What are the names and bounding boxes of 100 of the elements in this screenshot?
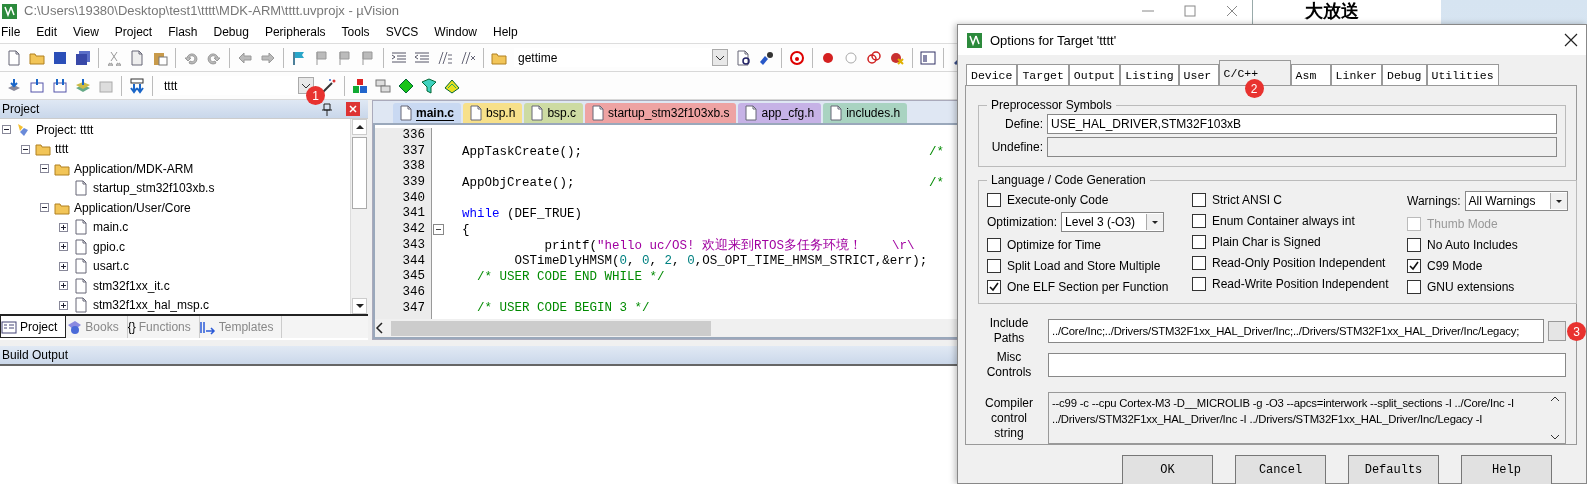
misc-controls-field[interactable]: [1048, 353, 1566, 377]
checkbox[interactable]: [1407, 258, 1421, 273]
editor-tab[interactable]: startup_stm32f103xb.s: [585, 103, 737, 123]
dialog-tab[interactable]: Device: [966, 64, 1018, 85]
stack-icon[interactable]: [75, 77, 91, 94]
scroll-down-icon[interactable]: [354, 302, 365, 310]
save-icon[interactable]: [52, 49, 68, 66]
wand-icon[interactable]: [321, 77, 337, 94]
layers-icon[interactable]: [375, 77, 391, 94]
checkbox[interactable]: [1407, 279, 1421, 294]
collapse-icon[interactable]: [20, 143, 31, 155]
checkbox[interactable]: [1407, 237, 1421, 252]
comment-icon[interactable]: [437, 49, 453, 66]
expand-icon[interactable]: [58, 280, 69, 292]
checkbox[interactable]: [1192, 192, 1206, 207]
dialog-tab[interactable]: Linker: [1330, 64, 1382, 85]
expand-icon[interactable]: [58, 299, 69, 311]
editor-tab[interactable]: main.c: [393, 103, 461, 123]
menu-item[interactable]: Edit: [36, 25, 58, 39]
dialog-tab[interactable]: User: [1178, 64, 1219, 85]
checkbox[interactable]: [1192, 276, 1206, 291]
blocks-icon[interactable]: [352, 77, 368, 94]
scroll-up-icon[interactable]: [354, 123, 365, 131]
menu-item[interactable]: Flash: [168, 25, 198, 39]
tree-item[interactable]: startup_stm32f103xb.s: [93, 181, 215, 196]
fold-icon[interactable]: [432, 223, 445, 237]
package-icon[interactable]: [444, 77, 460, 94]
menu-item[interactable]: View: [73, 25, 99, 39]
flag-icon[interactable]: [291, 49, 307, 66]
dialog-button[interactable]: Cancel: [1235, 455, 1326, 484]
linked-circles-icon[interactable]: [866, 49, 882, 66]
build-all-icon[interactable]: [52, 77, 68, 94]
checkbox[interactable]: [1192, 255, 1206, 270]
tree-item[interactable]: gpio.c: [93, 239, 126, 254]
new-file-icon[interactable]: [6, 49, 22, 66]
dialog-tab[interactable]: Output: [1068, 64, 1121, 85]
dropdown[interactable]: All Warnings: [1464, 191, 1568, 211]
menu-item[interactable]: Project: [114, 25, 153, 39]
tree-item[interactable]: tttt: [55, 142, 69, 157]
include-paths-field[interactable]: ../Core/Inc;../Drivers/STM32F1xx_HAL_Driver/Inc;../Drivers/STM32F1xx_HAL_Driver/Inc/Legacy;: [1048, 319, 1544, 343]
diamond-icon[interactable]: [398, 77, 414, 94]
copy-icon[interactable]: [129, 49, 145, 66]
collapse-icon[interactable]: [39, 202, 50, 214]
pane-tab[interactable]: {} Functions: [127, 316, 200, 338]
expand-icon[interactable]: [58, 221, 69, 233]
tree-item[interactable]: stm32f1xx_it.c: [93, 278, 170, 293]
menu-item[interactable]: Help: [493, 25, 518, 39]
dialog-button[interactable]: OK: [1122, 455, 1213, 484]
tree-item[interactable]: Application/User/Core: [74, 200, 191, 215]
dialog-button[interactable]: Defaults: [1348, 455, 1439, 484]
define-field[interactable]: USE_HAL_DRIVER,STM32F103xB: [1047, 114, 1557, 134]
expand-icon[interactable]: [58, 241, 69, 253]
dialog-tab[interactable]: Listing: [1120, 64, 1179, 85]
scrollbar-thumb[interactable]: [391, 320, 711, 336]
close-icon[interactable]: [346, 102, 360, 116]
expand-icon[interactable]: [58, 260, 69, 272]
checkbox[interactable]: [987, 279, 1001, 294]
collapse-icon[interactable]: [1, 124, 12, 136]
dropdown[interactable]: Level 3 (-O3): [1061, 212, 1165, 232]
pin-icon[interactable]: [320, 102, 334, 116]
scrollbar-thumb[interactable]: [352, 137, 367, 209]
pane-tab[interactable]: Project: [0, 316, 67, 338]
editor-tab[interactable]: bsp.h: [463, 103, 523, 123]
menu-item[interactable]: File: [1, 25, 21, 39]
menu-item[interactable]: Debug: [213, 25, 249, 39]
dialog-tab[interactable]: Target: [1017, 64, 1069, 85]
funnel-icon[interactable]: [421, 77, 437, 94]
build-icon[interactable]: [29, 77, 45, 94]
dialog-tab[interactable]: Utilities: [1426, 64, 1499, 85]
tree-item[interactable]: main.c: [93, 220, 129, 235]
checkbox[interactable]: [1192, 213, 1206, 228]
tree-item[interactable]: stm32f1xx_hal_msp.c: [93, 298, 210, 313]
tree-item[interactable]: Project: tttt: [36, 122, 94, 137]
editor-tab[interactable]: app_cfg.h: [738, 103, 822, 123]
menu-item[interactable]: Tools: [341, 25, 370, 39]
scroll-down-icon[interactable]: [1550, 433, 1560, 441]
tree-item[interactable]: usart.c: [93, 259, 129, 274]
menu-item[interactable]: Peripherals: [264, 25, 326, 39]
tree-item[interactable]: Application/MDK-ARM: [74, 161, 194, 176]
editor-tab[interactable]: bsp.c: [524, 103, 584, 123]
find-in-files-icon[interactable]: [735, 49, 751, 66]
dialog-tab[interactable]: C/C++: [1218, 60, 1291, 85]
window-icon[interactable]: [920, 49, 936, 66]
editor-tab[interactable]: includes.h: [823, 103, 908, 123]
uncomment-icon[interactable]: [460, 49, 476, 66]
scroll-up-icon[interactable]: [1550, 395, 1560, 403]
dialog-tab[interactable]: Asm: [1290, 64, 1331, 85]
collapse-icon[interactable]: [39, 163, 50, 175]
build-icon[interactable]: [6, 77, 22, 94]
download-icon[interactable]: [129, 77, 145, 94]
scroll-left-icon[interactable]: [375, 322, 385, 334]
checkbox[interactable]: [987, 237, 1001, 252]
menu-item[interactable]: SVCS: [385, 25, 419, 39]
compiler-string-field[interactable]: --c99 -c --cpu Cortex-M3 -D__MICROLIB -g -O3 --apcs=interwork --split_sections -I ../Core/Inc -I ../Drivers/STM32F1xx_HAL_Driver/Inc -I ../Drivers/STM32F1xx_HAL_Driver/Inc/Legacy -I: [1048, 392, 1566, 444]
checkbox[interactable]: [987, 258, 1001, 273]
checkbox[interactable]: [987, 192, 1001, 207]
dialog-tab[interactable]: Debug: [1382, 64, 1427, 85]
dialog-button[interactable]: Help: [1461, 455, 1552, 484]
checkbox[interactable]: [1192, 234, 1206, 249]
save-all-icon[interactable]: [75, 49, 91, 66]
